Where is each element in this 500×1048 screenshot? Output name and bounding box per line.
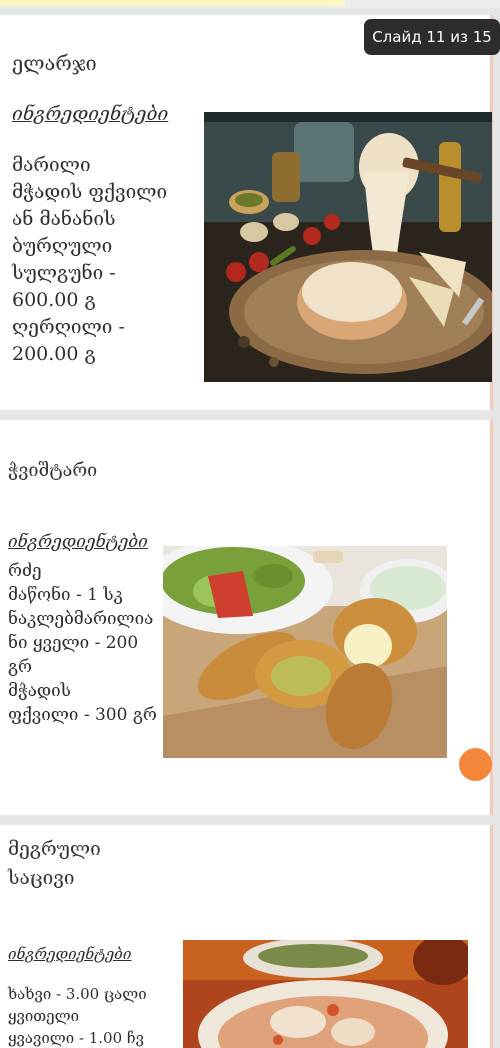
ingredients-list: მარილი მჭადის ფქვილი ან მანანის ბურღული … — [12, 152, 167, 368]
slide-counter: Слайд 11 из 15 — [364, 19, 500, 55]
dish-photo — [163, 546, 447, 758]
ingredient-item: რძე — [8, 561, 42, 581]
ingredient-item: მჭადის ფქვილი — [12, 181, 168, 203]
dish-title: ელარჯი — [12, 51, 97, 75]
dish-title: ჭვიშტარი — [8, 460, 98, 481]
slide-chvishtari: ჭვიშტარი ინგრედიენტები რძე მაწონი - 1 სკ… — [0, 420, 493, 815]
ingredient-item: 600.00 გ — [12, 289, 96, 311]
slide-megruli-satsivi: მეგრული საცივი ინგრედიენტები ხახვი - 3.0… — [0, 825, 493, 1048]
ingredient-item: ხახვი - 3.00 ცალი — [8, 985, 147, 1003]
dish-photo — [183, 940, 468, 1048]
ingredient-item: ნაკლებმარილია — [8, 609, 154, 629]
ingredient-item: 200.00 გ — [12, 343, 96, 365]
ingredients-heading: ინგრედიენტები — [12, 103, 169, 125]
ingredient-item: გრ — [8, 657, 33, 677]
ingredients-heading: ინგრედიენტები — [8, 532, 148, 552]
ingredients-list: ხახვი - 3.00 ცალი ყვითელი ყვავილი - 1.00… — [8, 983, 147, 1048]
ingredient-item: ღერღილი - — [12, 316, 125, 338]
dish-title: მეგრული საცივი — [8, 838, 101, 889]
ingredient-item: ფქვილი - 300 გრ — [8, 705, 157, 725]
ingredient-item: მაწონი - 1 სკ — [8, 585, 123, 605]
ingredient-item: ყვითელი — [8, 1007, 79, 1025]
slide-elarji: ელარჯი ინგრედიენტები მარილი მჭადის ფქვილ… — [0, 15, 493, 410]
ingredient-item: ნი ყველი - 200 — [8, 633, 139, 653]
ingredient-item: ან მანანის — [12, 208, 116, 230]
ingredient-item: მარილი — [12, 154, 91, 176]
ingredients-heading: ინგრედიენტები — [8, 945, 132, 963]
ingredient-item: მჭადის — [8, 681, 71, 701]
ingredients-list: რძე მაწონი - 1 სკ ნაკლებმარილია ნი ყველი… — [8, 559, 157, 727]
dish-photo — [204, 112, 492, 382]
scroll-action-button[interactable] — [459, 748, 492, 781]
ingredient-item: ყვავილი - 1.00 ჩვ — [8, 1029, 145, 1047]
ingredient-item: სულგუნი - — [12, 262, 116, 284]
ingredient-item: ბურღული — [12, 235, 113, 257]
previous-slide-strip — [0, 0, 500, 8]
